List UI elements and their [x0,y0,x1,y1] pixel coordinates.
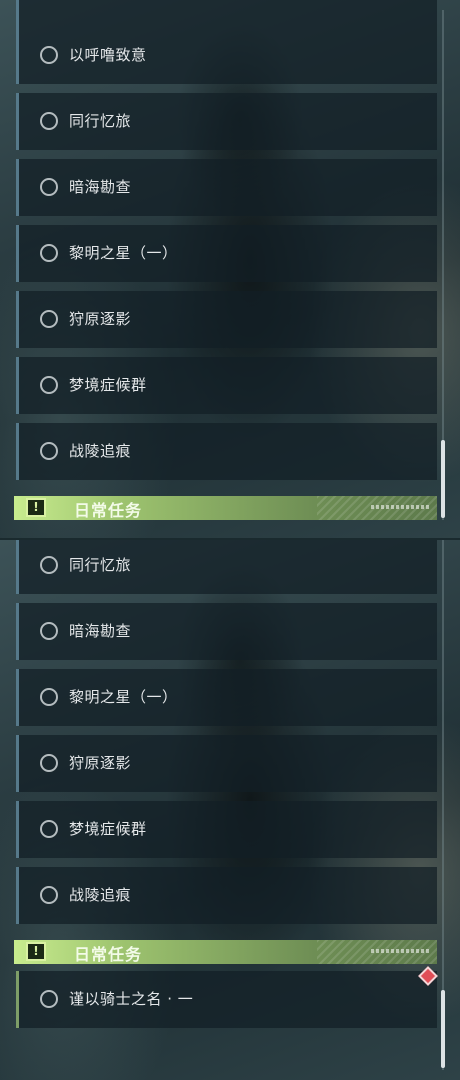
quest-item[interactable]: 梦境症候群 [16,357,437,414]
quest-label: 战陵追痕 [69,886,132,904]
status-circle-icon [40,112,58,130]
section-header-daily[interactable]: ! 日常任务 [14,496,437,520]
header-decoration [371,505,429,509]
quest-item[interactable]: 梦境症候群 [16,801,437,858]
quest-label: 黎明之星（一） [69,688,178,706]
quest-item[interactable]: 暗海勘查 [16,603,437,660]
status-circle-icon [40,688,58,706]
alert-icon: ! [26,942,46,961]
scrollbar-thumb[interactable] [441,990,445,1068]
daily-quest-item[interactable]: 谨以骑士之名 · 一 [16,971,437,1028]
quest-item[interactable]: 战陵追痕 [16,423,437,480]
status-circle-icon [40,46,58,64]
quest-item[interactable]: 狩原逐影 [16,291,437,348]
section-title: 日常任务 [74,945,143,964]
quest-label: 狩原逐影 [69,310,132,328]
status-circle-icon [40,376,58,394]
quest-list-panel-bottom: 同行忆旅 暗海勘查 黎明之星（一） 狩原逐影 梦境症候群 战陵追痕 谨以骑士之名… [0,540,460,1080]
quest-label: 以呼噜致意 [69,46,147,64]
section-header-daily[interactable]: ! 日常任务 [14,940,437,964]
status-circle-icon [40,990,58,1008]
quest-item[interactable] [16,0,437,27]
quest-label: 战陵追痕 [69,442,132,460]
status-circle-icon [40,310,58,328]
status-circle-icon [40,244,58,262]
status-circle-icon [40,178,58,196]
quest-label: 梦境症候群 [69,376,147,394]
quest-label: 同行忆旅 [69,112,132,130]
scrollbar-thumb[interactable] [441,440,445,518]
quest-label: 暗海勘查 [69,622,132,640]
quest-item[interactable]: 黎明之星（一） [16,225,437,282]
status-circle-icon [40,556,58,574]
status-circle-icon [40,754,58,772]
quest-item[interactable]: 以呼噜致意 [16,27,437,84]
quest-item[interactable]: 狩原逐影 [16,735,437,792]
quest-label: 黎明之星（一） [69,244,178,262]
status-circle-icon [40,886,58,904]
quest-label: 暗海勘查 [69,178,132,196]
status-circle-icon [40,820,58,838]
status-circle-icon [40,442,58,460]
quest-item[interactable]: 暗海勘查 [16,159,437,216]
quest-label: 同行忆旅 [69,556,132,574]
quest-item[interactable]: 同行忆旅 [16,540,437,594]
quest-label: 谨以骑士之名 · 一 [69,990,194,1008]
quest-item[interactable]: 战陵追痕 [16,867,437,924]
quest-item[interactable]: 同行忆旅 [16,93,437,150]
alert-icon: ! [26,498,46,517]
status-circle-icon [40,622,58,640]
section-title: 日常任务 [74,501,143,520]
header-decoration [371,949,429,953]
quest-label: 梦境症候群 [69,820,147,838]
quest-item[interactable]: 黎明之星（一） [16,669,437,726]
quest-label: 狩原逐影 [69,754,132,772]
quest-list-panel-top: 以呼噜致意 同行忆旅 暗海勘查 黎明之星（一） 狩原逐影 梦境症候群 战陵追痕 … [0,0,460,540]
